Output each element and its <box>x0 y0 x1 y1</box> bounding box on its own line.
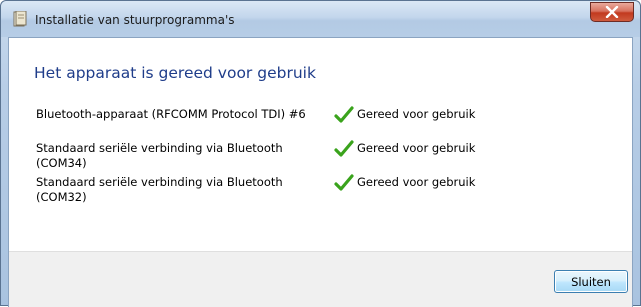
status-label: Gereed voor gebruik <box>357 107 476 121</box>
device-row: Bluetooth-apparaat (RFCOMM Protocol TDI)… <box>36 106 596 141</box>
status-label: Gereed voor gebruik <box>357 175 476 189</box>
dialog-content: Het apparaat is gereed voor gebruik Blue… <box>8 37 633 307</box>
title-bar[interactable]: Installatie van stuurprogramma's <box>1 1 640 37</box>
status-label: Gereed voor gebruik <box>357 141 476 155</box>
close-x-icon <box>605 3 619 22</box>
device-row: Standaard seriële verbinding via Bluetoo… <box>36 140 596 175</box>
device-status: Gereed voor gebruik <box>334 106 476 124</box>
device-name: Bluetooth-apparaat (RFCOMM Protocol TDI)… <box>36 107 306 121</box>
driver-install-window: Installatie van stuurprogramma's Het app… <box>0 0 641 307</box>
checkmark-icon <box>334 106 354 124</box>
window-close-button[interactable] <box>590 2 634 22</box>
window-title: Installatie van stuurprogramma's <box>35 13 235 27</box>
dialog-heading: Het apparaat is gereed voor gebruik <box>34 64 316 82</box>
close-button[interactable]: Sluiten <box>554 270 628 293</box>
driver-install-icon <box>13 10 27 27</box>
device-status: Gereed voor gebruik <box>334 140 476 158</box>
device-status: Gereed voor gebruik <box>334 174 476 192</box>
device-row: Standaard seriële verbinding via Bluetoo… <box>36 174 596 209</box>
device-name: Standaard seriële verbinding via Bluetoo… <box>36 175 283 204</box>
dialog-footer: Sluiten <box>9 251 632 307</box>
checkmark-icon <box>334 140 354 158</box>
device-name: Standaard seriële verbinding via Bluetoo… <box>36 141 283 170</box>
checkmark-icon <box>334 174 354 192</box>
